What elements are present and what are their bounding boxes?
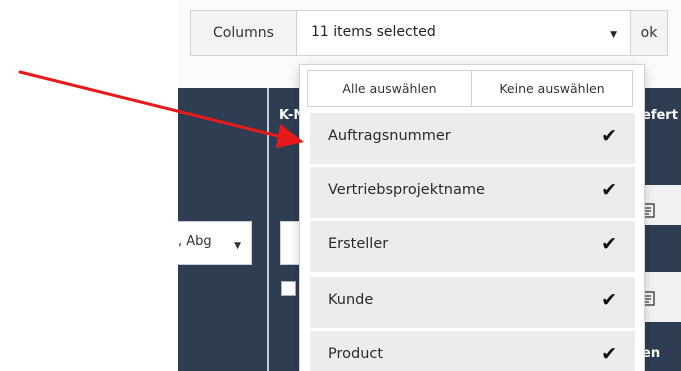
- column-header[interactable]: efert: [642, 108, 678, 123]
- dropdown-option-auftragsnummer[interactable]: Auftragsnummer ✔: [310, 113, 635, 164]
- option-label: Vertriebsprojektname: [328, 182, 485, 198]
- column-divider: [267, 88, 269, 371]
- dropdown-option-kunde[interactable]: Kunde ✔: [310, 277, 635, 328]
- dropdown-actions: Alle auswählen Keine auswählen: [307, 70, 633, 107]
- option-label: Kunde: [328, 292, 374, 308]
- select-none-button[interactable]: Keine auswählen: [471, 70, 633, 107]
- filter-checkbox[interactable]: [281, 281, 296, 296]
- checkmark-icon: ✔: [601, 179, 617, 201]
- ok-button[interactable]: ok: [630, 10, 668, 56]
- select-all-button[interactable]: Alle auswählen: [307, 70, 472, 107]
- caret-down-icon: ▼: [610, 30, 617, 40]
- columns-select[interactable]: 11 items selected ▼: [297, 10, 631, 56]
- caret-down-icon: ▼: [234, 241, 241, 251]
- option-label: Auftragsnummer: [328, 128, 451, 144]
- dropdown-option-product[interactable]: Product ✔: [310, 331, 635, 371]
- filter-select-value: , Abg: [178, 234, 212, 249]
- checkmark-icon: ✔: [601, 125, 617, 147]
- checkmark-icon: ✔: [601, 233, 617, 255]
- dropdown-option-ersteller[interactable]: Ersteller ✔: [310, 221, 635, 272]
- option-label: Product: [328, 346, 384, 362]
- filter-select[interactable]: , Abg ▼: [178, 221, 252, 265]
- columns-button[interactable]: Columns: [190, 10, 297, 56]
- checkmark-icon: ✔: [601, 289, 617, 311]
- columns-select-value: 11 items selected: [311, 24, 436, 40]
- dropdown-option-vertriebsprojektname[interactable]: Vertriebsprojektname ✔: [310, 167, 635, 218]
- checkmark-icon: ✔: [601, 343, 617, 365]
- option-label: Ersteller: [328, 236, 389, 252]
